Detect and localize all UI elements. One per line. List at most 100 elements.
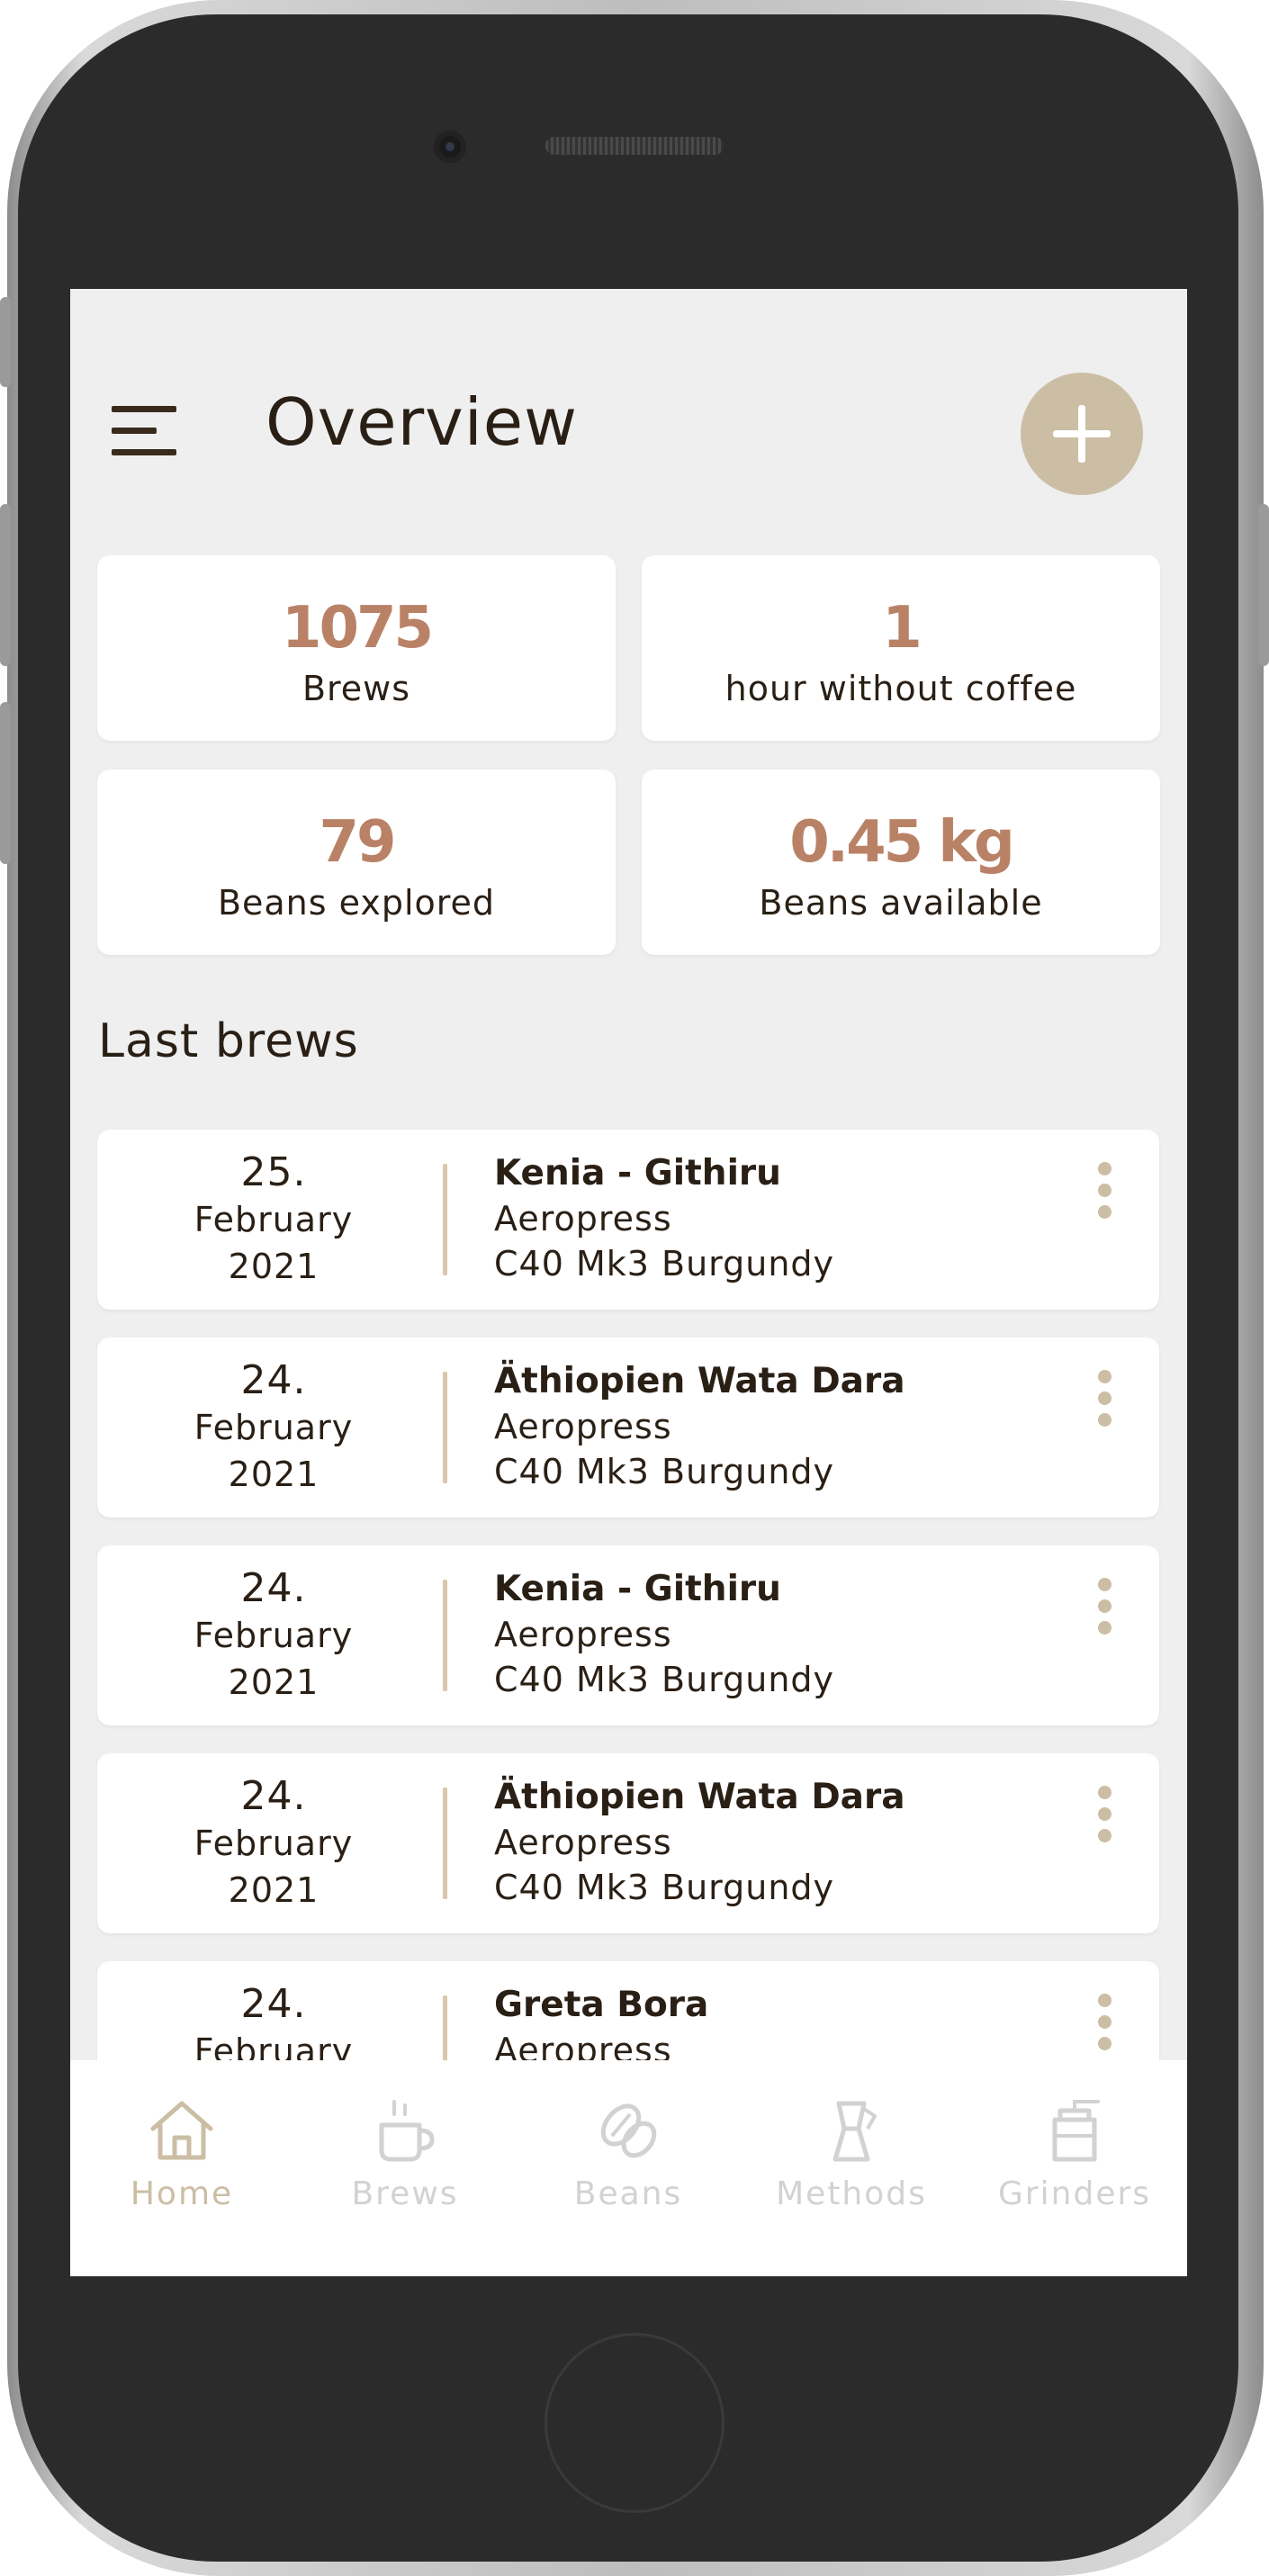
bean-icon	[600, 2103, 657, 2158]
tab-home[interactable]: Home	[70, 2060, 293, 2276]
brew-list-item[interactable]: 24. February 2021 Äthiopien Wata Dara Ae…	[97, 1338, 1159, 1518]
more-vert-icon	[1098, 1162, 1112, 1175]
menu-button[interactable]	[112, 406, 180, 458]
volume-up-button	[0, 504, 11, 666]
divider	[443, 1372, 447, 1483]
brew-info: Kenia - Githiru Aeropress C40 Mk3 Burgun…	[494, 1567, 834, 1702]
tab-beans[interactable]: Beans	[517, 2060, 740, 2276]
menu-icon	[112, 406, 176, 412]
brew-date: 24. February 2021	[97, 1565, 450, 1706]
divider	[443, 1788, 447, 1899]
add-brew-button[interactable]	[1021, 373, 1143, 495]
header: Overview	[70, 289, 1187, 550]
brew-grinder: C40 Mk3 Burgundy	[494, 1660, 835, 1699]
brew-method: Aeropress	[494, 1199, 672, 1238]
brew-info: Äthiopien Wata Dara Aeropress C40 Mk3 Bu…	[494, 1775, 905, 1910]
more-vert-icon-dot	[1098, 1184, 1112, 1197]
brew-grinder: C40 Mk3 Burgundy	[494, 1244, 835, 1283]
brew-date-year: 2021	[228, 1247, 320, 1286]
stat-value: 0.45 kg	[789, 809, 1015, 876]
stat-card-beans-available: 0.45 kg Beans available	[642, 770, 1160, 955]
brew-date-month: February	[194, 1616, 354, 1655]
brew-list-item[interactable]: 25. February 2021 Kenia - Githiru Aeropr…	[97, 1130, 1159, 1310]
more-vert-icon-dot	[1098, 1392, 1112, 1405]
brew-list-item[interactable]: 24. February 2021 Äthiopien Wata Dara Ae…	[97, 1753, 1159, 1933]
brew-date: 24. February 2021	[97, 1357, 450, 1498]
more-vert-icon-dot	[1098, 1621, 1112, 1635]
more-vert-icon-dot	[1098, 1205, 1112, 1219]
brew-date-year: 2021	[228, 1662, 320, 1702]
brew-list-item[interactable]: 24. February 2021 Kenia - Githiru Aeropr…	[97, 1545, 1159, 1725]
stat-label: Beans available	[759, 883, 1043, 923]
brew-method: Aeropress	[494, 1407, 672, 1446]
more-vert-icon	[1098, 1370, 1112, 1383]
stat-value: 1075	[281, 595, 434, 662]
tab-methods[interactable]: Methods	[740, 2060, 963, 2276]
front-camera	[434, 131, 466, 163]
more-options-button[interactable]	[1087, 1786, 1123, 1851]
stat-card-time-without-coffee: 1 hour without coffee	[642, 555, 1160, 741]
brew-method: Aeropress	[494, 1615, 672, 1654]
more-vert-icon-dot	[1098, 1829, 1112, 1842]
brew-date-year: 2021	[228, 1870, 320, 1910]
tab-brews[interactable]: Brews	[293, 2060, 517, 2276]
stat-label: hour without coffee	[724, 669, 1077, 708]
moka-pot-icon	[832, 2101, 877, 2162]
more-vert-icon-dot	[1098, 1413, 1112, 1427]
divider	[443, 1164, 447, 1275]
more-vert-icon-dot	[1098, 2037, 1112, 2050]
brew-method: Aeropress	[494, 1823, 672, 1862]
brew-bean-name: Äthiopien Wata Dara	[494, 1361, 905, 1401]
bottom-tab-bar: Home Brews Beans Methods Grinders	[70, 2060, 1187, 2276]
brew-date-year: 2021	[228, 1455, 320, 1494]
more-options-button[interactable]	[1087, 1370, 1123, 1435]
brew-date-day: 24.	[240, 1565, 307, 1611]
home-button[interactable]	[544, 2333, 724, 2513]
brew-grinder: C40 Mk3 Burgundy	[494, 1868, 835, 1907]
brew-date-month: February	[194, 1408, 354, 1447]
power-button	[1258, 504, 1269, 666]
tab-grinders[interactable]: Grinders	[963, 2060, 1186, 2276]
more-options-button[interactable]	[1087, 1162, 1123, 1227]
more-options-button[interactable]	[1087, 1994, 1123, 2058]
earpiece-speaker	[545, 137, 724, 155]
brew-bean-name: Greta Bora	[494, 1985, 709, 2025]
tab-label: Beans	[573, 2175, 683, 2212]
more-vert-icon	[1098, 1578, 1112, 1591]
brew-date-day: 24.	[240, 1981, 307, 2027]
more-vert-icon-dot	[1098, 1807, 1112, 1821]
brew-date: 24. February 2021	[97, 1773, 450, 1914]
brew-info: Greta Bora Aeropress	[494, 1983, 708, 2073]
volume-down-button	[0, 702, 11, 864]
stat-value: 1	[882, 595, 922, 662]
brew-bean-name: Äthiopien Wata Dara	[494, 1777, 905, 1817]
brew-date-month: February	[194, 1200, 354, 1239]
menu-icon-bar-2	[112, 428, 157, 434]
stat-label: Brews	[302, 669, 411, 708]
brew-date-month: February	[194, 1824, 354, 1863]
more-vert-icon-dot	[1098, 1599, 1112, 1613]
brew-date-day: 24.	[240, 1773, 307, 1819]
tab-label: Brews	[351, 2175, 459, 2212]
brew-grinder: C40 Mk3 Burgundy	[494, 1452, 835, 1491]
home-icon	[150, 2101, 213, 2160]
stat-card-beans-explored: 79 Beans explored	[97, 770, 616, 955]
cup-icon	[379, 2100, 435, 2162]
brew-info: Kenia - Githiru Aeropress C40 Mk3 Burgun…	[494, 1151, 834, 1286]
more-vert-icon	[1098, 1994, 1112, 2007]
tab-label: Grinders	[997, 2175, 1152, 2212]
brew-date-day: 25.	[240, 1149, 307, 1195]
brew-info: Äthiopien Wata Dara Aeropress C40 Mk3 Bu…	[494, 1359, 905, 1494]
tab-label: Methods	[776, 2175, 927, 2212]
app-screen: Overview 1075 Brews 1 hour without coffe…	[70, 289, 1187, 2276]
mute-switch	[0, 297, 11, 387]
stat-label: Beans explored	[217, 883, 496, 923]
grinder-icon	[1052, 2100, 1100, 2162]
divider	[443, 1580, 447, 1691]
stat-card-brews: 1075 Brews	[97, 555, 616, 741]
menu-icon-bar-3	[112, 449, 176, 455]
page-title: Overview	[266, 384, 578, 460]
tab-label: Home	[130, 2175, 234, 2212]
stat-value: 79	[319, 809, 396, 876]
more-options-button[interactable]	[1087, 1578, 1123, 1643]
